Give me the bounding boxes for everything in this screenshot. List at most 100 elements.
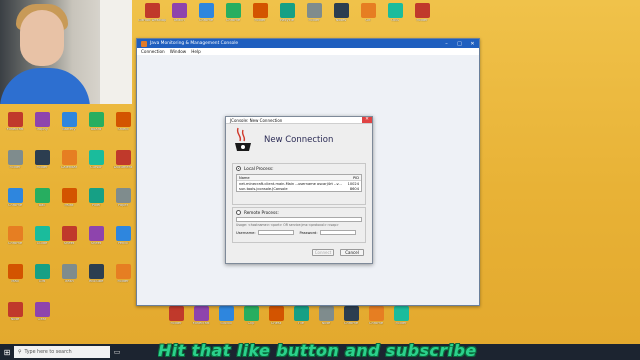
desktop-icon[interactable]: Minecraft: [187, 306, 215, 326]
desktop-icon[interactable]: Folder: [246, 3, 274, 23]
desktop-icon[interactable]: Document: [109, 150, 137, 170]
desktop-icon[interactable]: GitHub Desktop: [138, 3, 166, 23]
remote-process-label: Remote Process:: [244, 210, 279, 215]
desktop-icon[interactable]: Mail: [1, 264, 29, 284]
column-name[interactable]: Name: [239, 176, 345, 180]
windows-start-icon[interactable]: ⊞: [0, 344, 14, 360]
desktop-icon[interactable]: Battery: [55, 112, 83, 132]
desktop-icon-glyph: [7, 150, 23, 165]
desktop-icon[interactable]: Chrome: [362, 306, 390, 326]
desktop-icon[interactable]: Folder: [1, 150, 29, 170]
close-button[interactable]: ✕: [466, 41, 479, 47]
local-process-radio[interactable]: [236, 166, 241, 171]
desktop-icon-label: Sheet: [90, 242, 102, 245]
desktop-icon[interactable]: Sheet: [55, 226, 83, 246]
main-title-bar[interactable]: Java Monitoring & Management Console – □…: [137, 39, 479, 48]
desktop-icon[interactable]: YouTube: [82, 264, 110, 284]
desktop-icon[interactable]: Paint: [55, 188, 83, 208]
desktop-icon-label: Folder: [308, 19, 320, 22]
desktop-icon[interactable]: Shield: [109, 112, 137, 132]
desktop-icon[interactable]: Pixel: [82, 188, 110, 208]
desktop-icon[interactable]: Recycle: [273, 3, 301, 23]
menu-help[interactable]: Help: [191, 49, 201, 54]
connect-button[interactable]: Connect: [312, 249, 334, 256]
desktop-icon[interactable]: Folder: [300, 3, 328, 23]
minimize-button[interactable]: –: [440, 41, 453, 47]
desktop-icon-label: Document: [113, 166, 133, 169]
desktop-icon-label: Chrome: [7, 242, 23, 245]
desktop-icon[interactable]: Twitch: [165, 3, 193, 23]
desktop-icon[interactable]: Folder: [109, 264, 137, 284]
desktop-icon[interactable]: Note: [312, 306, 340, 326]
desktop-icon[interactable]: Guide: [28, 226, 56, 246]
desktop-icon[interactable]: Chrome: [192, 3, 220, 23]
dialog-title-bar[interactable]: JConsole: New Connection ✕: [226, 117, 372, 124]
desktop-icon[interactable]: Chrome: [337, 306, 365, 326]
desktop-icon-label: Folder: [254, 19, 266, 22]
desktop-icon-glyph: [61, 226, 77, 241]
desktop-icon[interactable]: Trophy: [28, 112, 56, 132]
password-input[interactable]: [319, 230, 356, 235]
remote-usage-hint: Usage: <hostname>:<port> OR service:jmx:…: [236, 223, 339, 227]
remote-address-input[interactable]: [236, 217, 362, 222]
desktop-icon[interactable]: Git: [354, 3, 382, 23]
desktop-icon[interactable]: Chrome: [1, 188, 29, 208]
desktop-icon[interactable]: Folder: [162, 306, 190, 326]
desktop-icon[interactable]: Paper: [109, 188, 137, 208]
desktop-icon-glyph: [198, 3, 214, 18]
desktop-icon-glyph: [343, 306, 359, 321]
desktop-icon-glyph: [34, 302, 50, 317]
desktop-icon[interactable]: Chrome: [1, 226, 29, 246]
cancel-button[interactable]: Cancel: [340, 249, 364, 256]
menu-window[interactable]: Window: [170, 49, 187, 54]
desktop-icon-label: Gift: [38, 280, 46, 283]
desktop-icon-glyph: [88, 112, 104, 127]
remote-process-radio[interactable]: [236, 210, 241, 215]
desktop-icon[interactable]: Cursor: [82, 150, 110, 170]
desktop-icon[interactable]: Ball: [28, 188, 56, 208]
desktop-icon[interactable]: Chest: [262, 306, 290, 326]
desktop-icon[interactable]: Chrome: [219, 3, 247, 23]
desktop-icon-label: Chrome: [198, 19, 214, 22]
desktop-icon-label: Chrome: [368, 322, 384, 325]
local-process-label: Local Process:: [244, 166, 274, 171]
desktop-icon[interactable]: Studio: [212, 306, 240, 326]
taskbar-search[interactable]: ⚲ Type here to search: [14, 346, 110, 358]
desktop-icon[interactable]: Gear: [28, 302, 56, 322]
desktop-icon[interactable]: Clip: [237, 306, 265, 326]
desktop-icon[interactable]: Calendar: [55, 150, 83, 170]
dialog-close-button[interactable]: ✕: [362, 117, 372, 123]
desktop-icon-glyph: [7, 188, 23, 203]
menu-connection[interactable]: Connection: [141, 49, 165, 54]
table-row[interactable]: net.minecraft.client.main.Main --usernam…: [237, 181, 361, 186]
desktop-icon-label: Board: [90, 128, 102, 131]
username-input[interactable]: [257, 230, 294, 235]
desktop-icon[interactable]: Sheet: [82, 226, 110, 246]
desktop-icon-glyph: [360, 3, 376, 18]
desktop-icon[interactable]: Trash: [55, 264, 83, 284]
desktop-icon[interactable]: Pencil: [109, 226, 137, 246]
maximize-button[interactable]: □: [453, 41, 466, 47]
desktop-icon-label: Chrome: [343, 322, 359, 325]
desktop-icon[interactable]: Note: [1, 302, 29, 322]
desktop-icon[interactable]: Board: [82, 112, 110, 132]
task-view-icon[interactable]: ▭: [110, 348, 124, 356]
desktop-icon-label: YouTube: [88, 280, 104, 283]
desktop-icon[interactable]: Folder: [387, 306, 415, 326]
subscribe-banner: Hit that like button and subscribe: [158, 341, 477, 360]
main-window-title: Java Monitoring & Management Console: [150, 41, 239, 46]
desktop-icon[interactable]: File: [287, 306, 315, 326]
new-connection-dialog[interactable]: JConsole: New Connection ✕ New Connectio…: [225, 116, 373, 264]
desktop-icon-label: Recycle: [280, 19, 294, 22]
desktop-icon-glyph: [7, 226, 23, 241]
table-row[interactable]: sun.tools.jconsole.JConsole 8604: [237, 186, 361, 191]
desktop-icon[interactable]: Gift: [28, 264, 56, 284]
remote-process-option[interactable]: Remote Process:: [236, 210, 362, 215]
desktop-icon[interactable]: Folder: [408, 3, 436, 23]
column-pid[interactable]: PID: [345, 176, 359, 180]
desktop-icon[interactable]: OBS: [381, 3, 409, 23]
desktop-icon[interactable]: Notes: [327, 3, 355, 23]
desktop-icon[interactable]: Minecraft: [1, 112, 29, 132]
local-process-option[interactable]: Local Process:: [236, 166, 362, 171]
desktop-icon[interactable]: Folder: [28, 150, 56, 170]
